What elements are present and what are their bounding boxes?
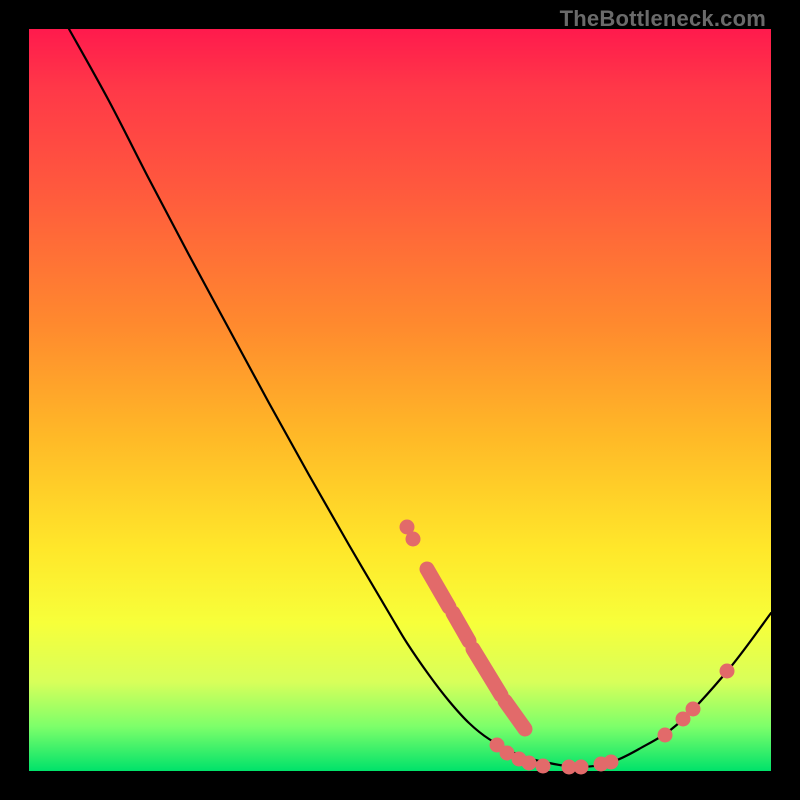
data-segment-lozenge: [473, 649, 501, 695]
data-segment-lozenge: [453, 613, 469, 641]
data-point-dot: [686, 702, 701, 717]
data-segment-lozenge: [427, 569, 449, 607]
data-segment-lozenge: [505, 701, 525, 729]
marker-dots: [400, 520, 735, 775]
marker-lozenges: [427, 569, 525, 729]
data-point-dot: [658, 728, 673, 743]
watermark-text: TheBottleneck.com: [560, 6, 766, 32]
data-point-dot: [604, 755, 619, 770]
data-point-dot: [574, 760, 589, 775]
plot-area: [29, 29, 771, 771]
bottleneck-curve: [69, 29, 771, 767]
chart-canvas: TheBottleneck.com: [0, 0, 800, 800]
data-point-dot: [536, 759, 551, 774]
data-point-dot: [406, 532, 421, 547]
data-point-dot: [720, 664, 735, 679]
data-point-dot: [522, 756, 537, 771]
curve-layer: [29, 29, 771, 771]
